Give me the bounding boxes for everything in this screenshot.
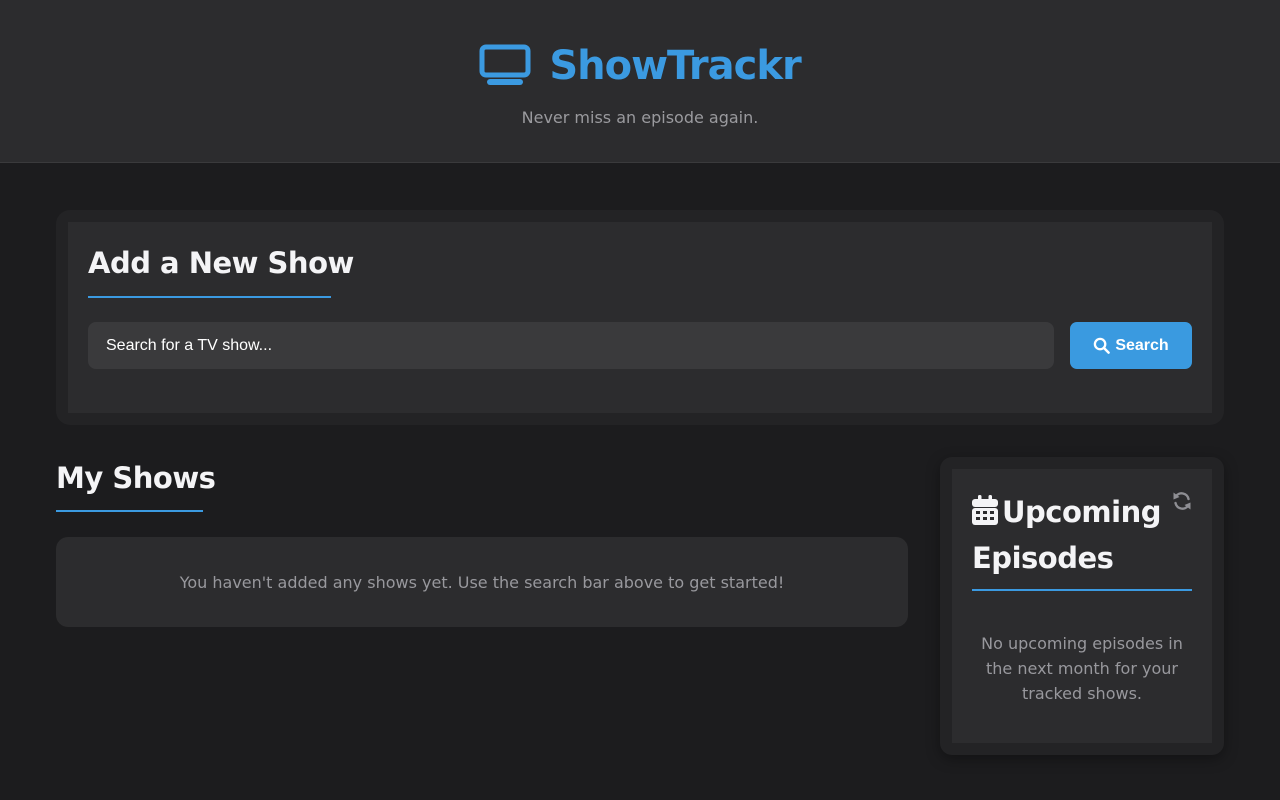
add-show-card: Add a New Show Search: [56, 210, 1224, 425]
calendar-icon: [972, 495, 998, 525]
refresh-icon[interactable]: [1172, 491, 1192, 511]
my-shows-heading-underline: [56, 510, 203, 512]
search-button[interactable]: Search: [1070, 322, 1192, 369]
upcoming-heading-underline: [972, 589, 1192, 591]
search-input[interactable]: [88, 322, 1054, 369]
upcoming-heading: Upcoming Episodes: [972, 489, 1168, 581]
add-show-heading-underline: [88, 296, 331, 298]
app-header: ShowTrackr Never miss an episode again.: [0, 0, 1280, 163]
add-show-heading: Add a New Show: [88, 246, 354, 280]
tagline: Never miss an episode again.: [521, 108, 759, 127]
add-show-panel: Add a New Show Search: [68, 222, 1212, 413]
my-shows-empty-state: You haven't added any shows yet. Use the…: [56, 537, 908, 627]
search-icon: [1094, 337, 1111, 354]
brand: ShowTrackr: [0, 38, 1280, 94]
upcoming-episodes-panel: Upcoming Episodes No upcoming episodes i…: [952, 469, 1212, 743]
my-shows-empty-message: You haven't added any shows yet. Use the…: [179, 572, 785, 592]
my-shows-heading: My Shows: [56, 461, 216, 495]
upcoming-empty-message: No upcoming episodes in the next month f…: [981, 634, 1183, 703]
app-title: ShowTrackr: [549, 43, 801, 89]
upcoming-episodes-card: Upcoming Episodes No upcoming episodes i…: [940, 457, 1224, 755]
upcoming-heading-text: Upcoming Episodes: [972, 495, 1161, 575]
tv-icon: [479, 44, 531, 85]
search-button-label: Search: [1115, 336, 1169, 354]
